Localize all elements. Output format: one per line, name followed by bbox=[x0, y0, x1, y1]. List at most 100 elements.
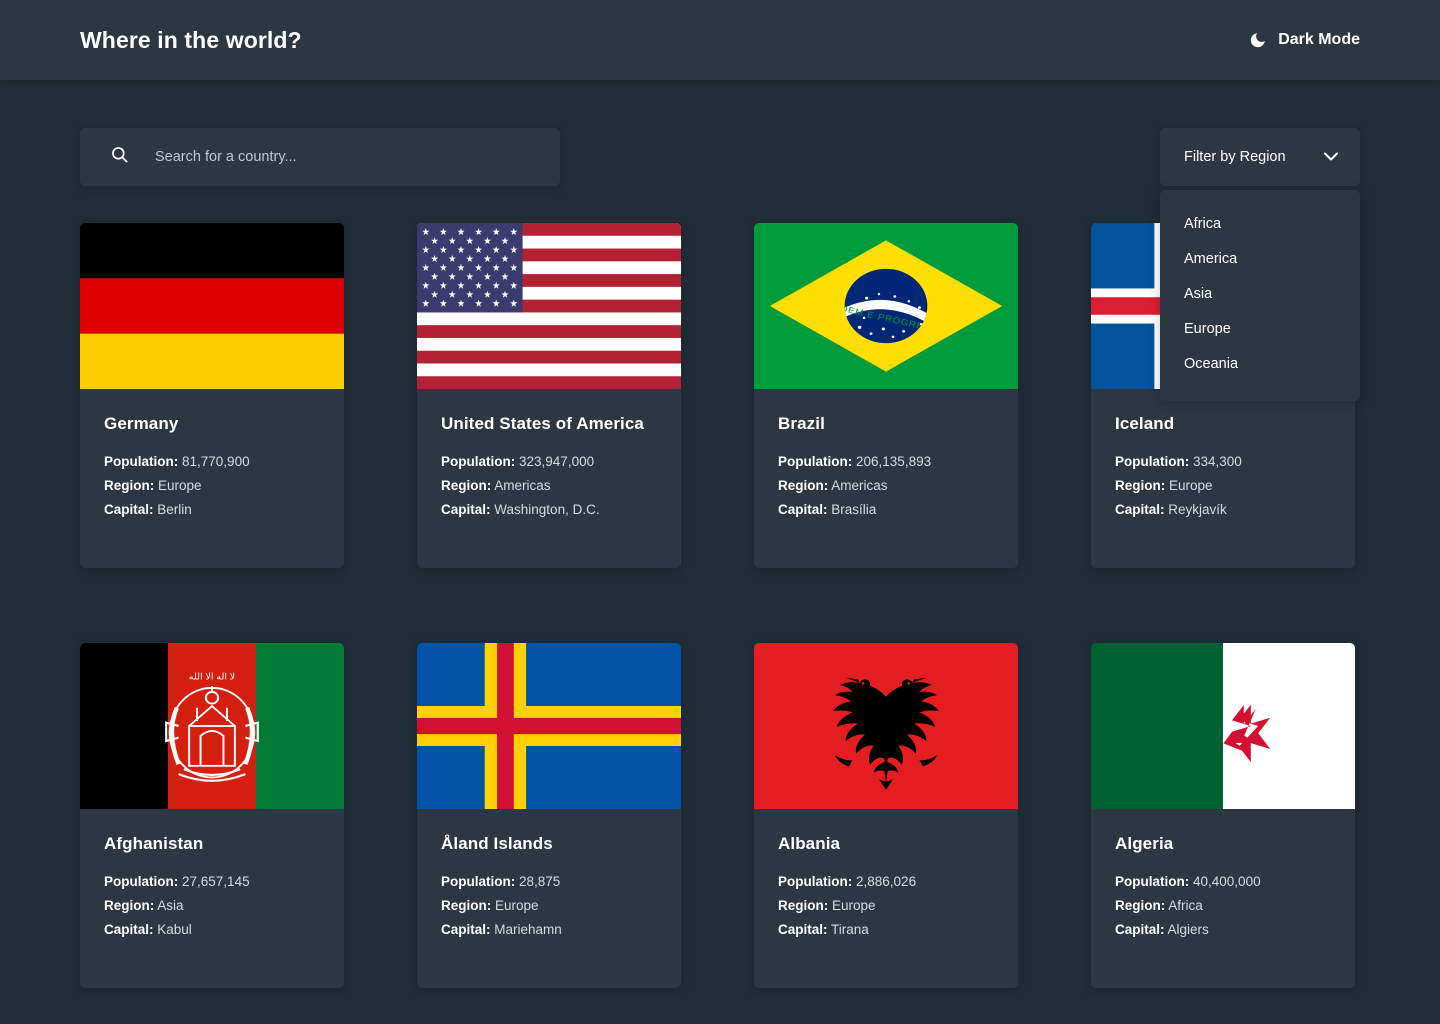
country-capital: Capital: Reykjavík bbox=[1115, 498, 1331, 522]
dark-mode-label: Dark Mode bbox=[1278, 31, 1360, 48]
filter-by-region-button[interactable]: Filter by Region bbox=[1160, 128, 1360, 186]
population-value: 334,300 bbox=[1193, 454, 1242, 469]
country-region: Region: Americas bbox=[441, 474, 657, 498]
country-info: United States of America Population: 323… bbox=[417, 389, 681, 522]
region-value: Americas bbox=[494, 478, 551, 493]
chevron-down-icon bbox=[1324, 149, 1338, 165]
capital-label: Capital: bbox=[104, 502, 154, 517]
capital-value: Algiers bbox=[1167, 922, 1209, 937]
country-info: Afghanistan Population: 27,657,145 Regio… bbox=[80, 809, 344, 942]
united-states-flag bbox=[417, 223, 681, 389]
country-info: Åland Islands Population: 28,875 Region:… bbox=[417, 809, 681, 942]
country-info: Brazil Population: 206,135,893 Region: A… bbox=[754, 389, 1018, 522]
country-info: Algeria Population: 40,400,000 Region: A… bbox=[1091, 809, 1355, 942]
search-box[interactable] bbox=[80, 128, 560, 186]
population-label: Population: bbox=[441, 454, 516, 469]
capital-label: Capital: bbox=[104, 922, 154, 937]
region-filter: Filter by Region Africa America Asia Eur… bbox=[1160, 128, 1360, 402]
population-value: 40,400,000 bbox=[1193, 874, 1261, 889]
country-capital: Capital: Algiers bbox=[1115, 918, 1331, 942]
country-card[interactable]: Germany Population: 81,770,900 Region: E… bbox=[80, 223, 344, 568]
country-capital: Capital: Mariehamn bbox=[441, 918, 657, 942]
country-name: Algeria bbox=[1115, 834, 1174, 853]
region-option-africa[interactable]: Africa bbox=[1160, 207, 1360, 242]
page-title: Where in the world? bbox=[80, 26, 302, 53]
site-header: Where in the world? Dark Mode bbox=[0, 0, 1440, 80]
country-population: Population: 323,947,000 bbox=[441, 450, 657, 474]
capital-value: Mariehamn bbox=[494, 922, 562, 937]
controls-row: Filter by Region Africa America Asia Eur… bbox=[0, 80, 1440, 402]
region-option-asia[interactable]: Asia bbox=[1160, 277, 1360, 312]
capital-label: Capital: bbox=[778, 922, 828, 937]
region-option-america[interactable]: America bbox=[1160, 242, 1360, 277]
country-card[interactable]: ORDEM E PROGRESSO Brazil Population: 206… bbox=[754, 223, 1018, 568]
country-card[interactable]: United States of America Population: 323… bbox=[417, 223, 681, 568]
capital-value: Berlin bbox=[157, 502, 192, 517]
dark-mode-toggle[interactable]: Dark Mode bbox=[1249, 31, 1360, 49]
country-capital: Capital: Tirana bbox=[778, 918, 994, 942]
capital-label: Capital: bbox=[441, 502, 491, 517]
population-label: Population: bbox=[104, 874, 179, 889]
capital-label: Capital: bbox=[441, 922, 491, 937]
country-card[interactable]: Albania Population: 2,886,026 Region: Eu… bbox=[754, 643, 1018, 988]
country-name: Albania bbox=[778, 834, 841, 853]
country-population: Population: 81,770,900 bbox=[104, 450, 320, 474]
country-card[interactable]: Algeria Population: 40,400,000 Region: A… bbox=[1091, 643, 1355, 988]
capital-value: Reykjavík bbox=[1168, 502, 1227, 517]
country-population: Population: 28,875 bbox=[441, 870, 657, 894]
search-input[interactable] bbox=[155, 149, 536, 165]
region-label: Region: bbox=[778, 478, 829, 493]
region-value: Europe bbox=[158, 478, 202, 493]
country-region: Region: Asia bbox=[104, 894, 320, 918]
region-option-oceania[interactable]: Oceania bbox=[1160, 347, 1360, 382]
filter-by-region-label: Filter by Region bbox=[1184, 149, 1286, 165]
country-population: Population: 40,400,000 bbox=[1115, 870, 1331, 894]
capital-value: Tirana bbox=[831, 922, 869, 937]
germany-flag bbox=[80, 223, 344, 389]
country-info: Iceland Population: 334,300 Region: Euro… bbox=[1091, 389, 1355, 522]
region-label: Region: bbox=[104, 898, 155, 913]
country-population: Population: 27,657,145 bbox=[104, 870, 320, 894]
region-value: Africa bbox=[1168, 898, 1203, 913]
svg-text:لا اله الا الله: لا اله الا الله bbox=[189, 671, 236, 682]
population-value: 2,886,026 bbox=[856, 874, 917, 889]
region-value: Asia bbox=[157, 898, 184, 913]
albania-flag bbox=[754, 643, 1018, 809]
capital-value: Brasília bbox=[831, 502, 877, 517]
region-value: Europe bbox=[1169, 478, 1213, 493]
country-region: Region: Europe bbox=[441, 894, 657, 918]
moon-icon bbox=[1249, 31, 1267, 49]
region-value: Europe bbox=[832, 898, 876, 913]
country-capital: Capital: Berlin bbox=[104, 498, 320, 522]
population-label: Population: bbox=[441, 874, 516, 889]
population-label: Population: bbox=[1115, 874, 1190, 889]
population-value: 27,657,145 bbox=[182, 874, 250, 889]
capital-value: Kabul bbox=[157, 922, 192, 937]
country-population: Population: 2,886,026 bbox=[778, 870, 994, 894]
country-card[interactable]: لا اله الا الله Afghanistan Population: … bbox=[80, 643, 344, 988]
region-label: Region: bbox=[441, 478, 492, 493]
region-label: Region: bbox=[1115, 898, 1166, 913]
country-card[interactable]: Åland Islands Population: 28,875 Region:… bbox=[417, 643, 681, 988]
country-region: Region: Africa bbox=[1115, 894, 1331, 918]
population-value: 323,947,000 bbox=[519, 454, 595, 469]
population-value: 81,770,900 bbox=[182, 454, 250, 469]
region-label: Region: bbox=[1115, 478, 1166, 493]
country-population: Population: 206,135,893 bbox=[778, 450, 994, 474]
population-value: 28,875 bbox=[519, 874, 561, 889]
population-label: Population: bbox=[104, 454, 179, 469]
region-label: Region: bbox=[441, 898, 492, 913]
region-label: Region: bbox=[778, 898, 829, 913]
region-label: Region: bbox=[104, 478, 155, 493]
country-capital: Capital: Kabul bbox=[104, 918, 320, 942]
country-region: Region: Europe bbox=[778, 894, 994, 918]
capital-value: Washington, D.C. bbox=[494, 502, 600, 517]
region-option-europe[interactable]: Europe bbox=[1160, 312, 1360, 347]
country-name: United States of America bbox=[441, 414, 644, 433]
population-label: Population: bbox=[778, 874, 853, 889]
country-name: Brazil bbox=[778, 414, 825, 433]
brazil-flag: ORDEM E PROGRESSO bbox=[754, 223, 1018, 389]
country-name: Germany bbox=[104, 414, 179, 433]
capital-label: Capital: bbox=[1115, 502, 1165, 517]
country-name: Afghanistan bbox=[104, 834, 204, 853]
